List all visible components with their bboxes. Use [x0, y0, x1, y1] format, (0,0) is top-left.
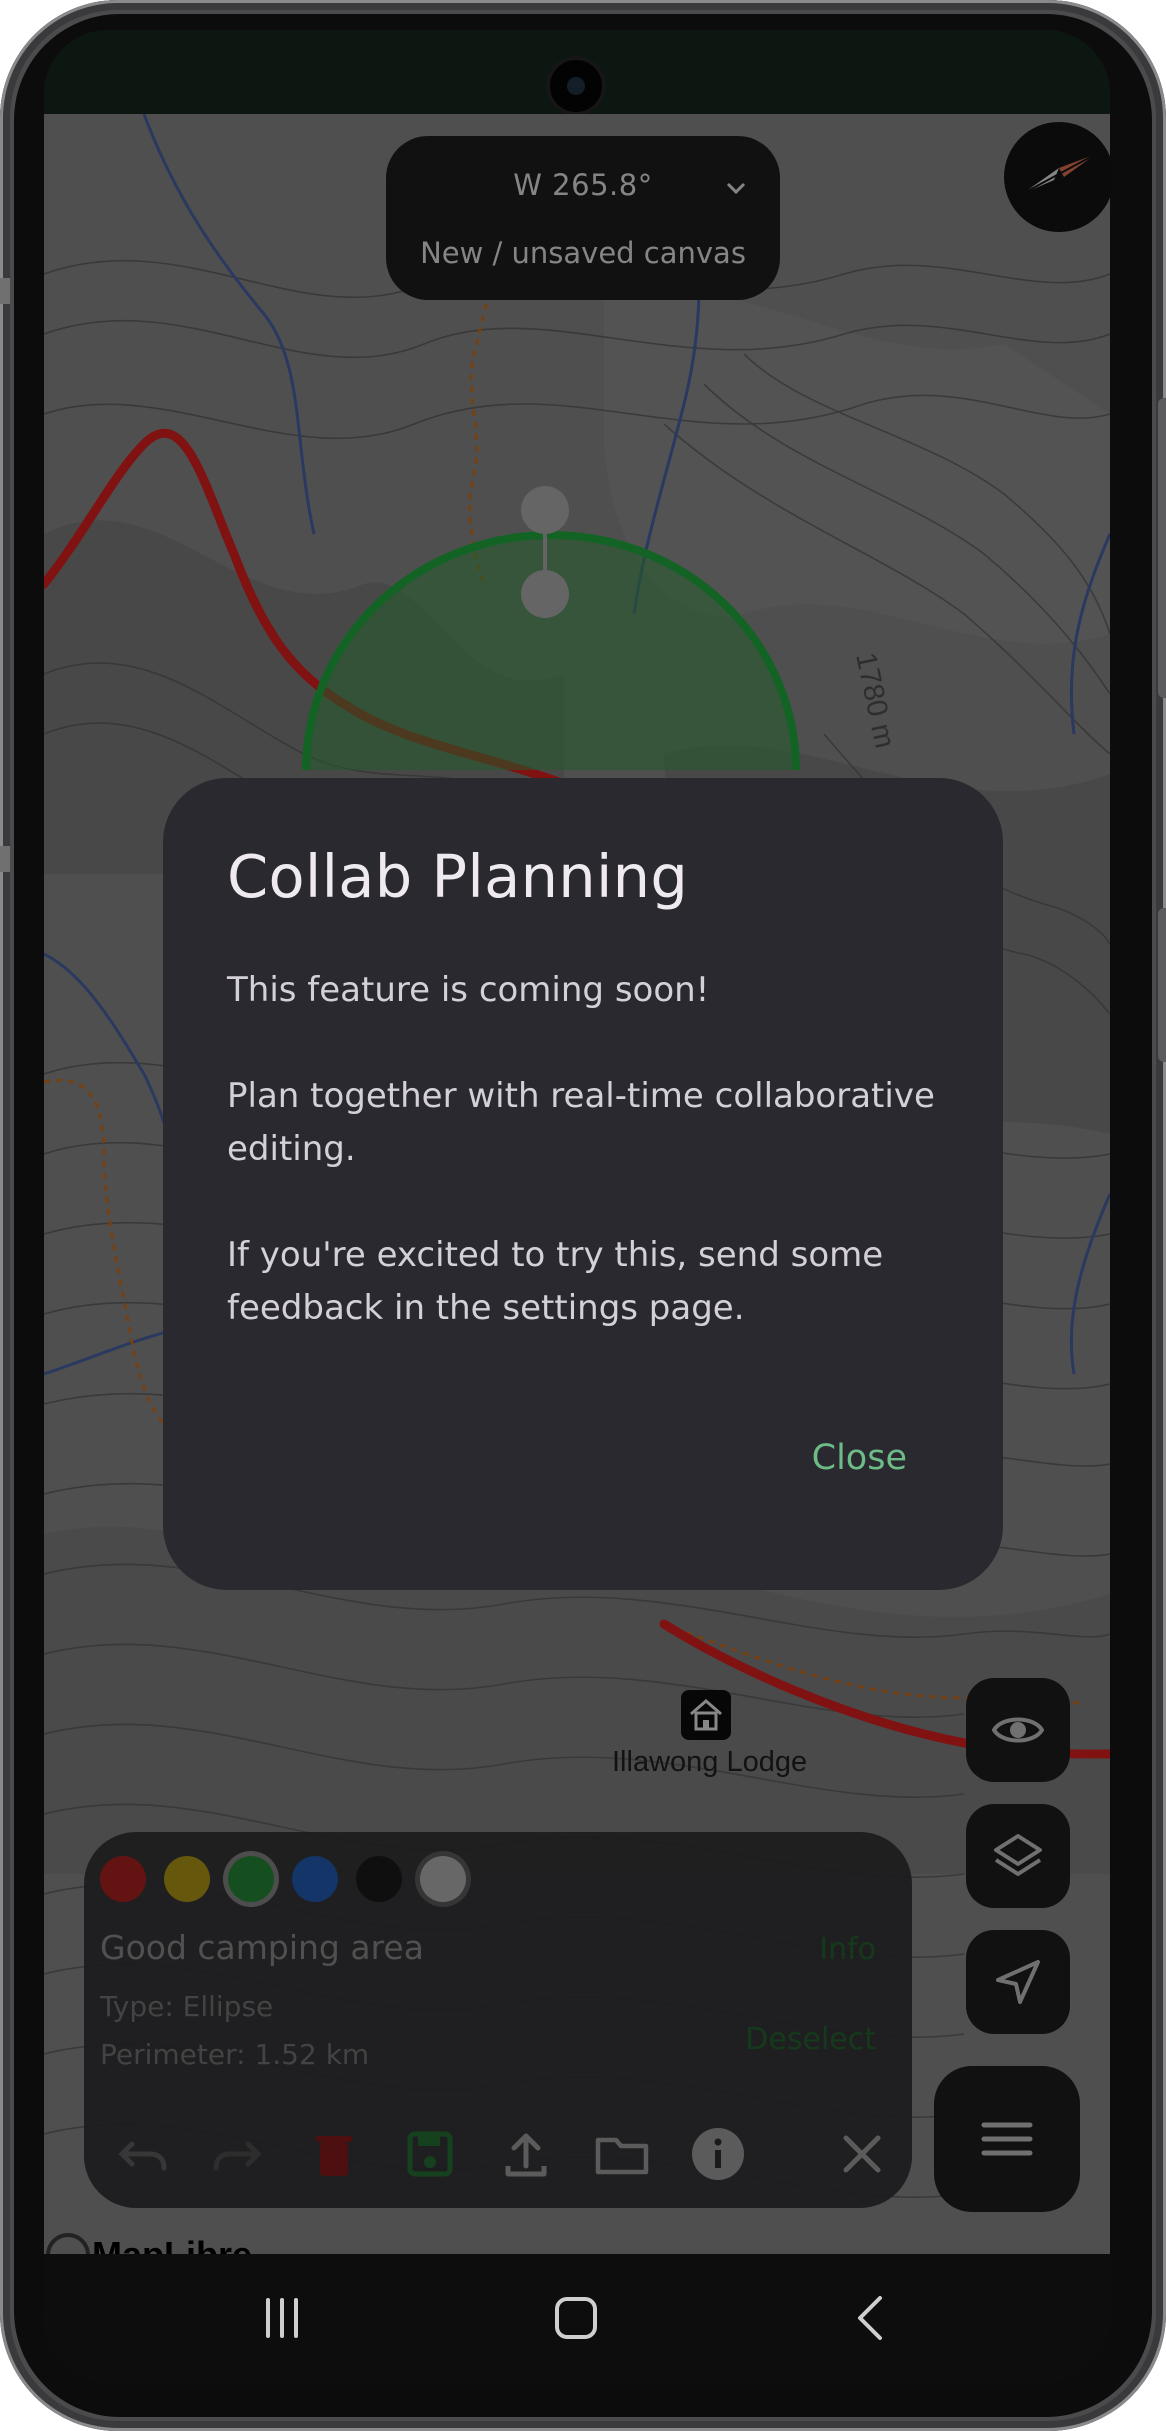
- back-icon[interactable]: [844, 2290, 900, 2346]
- dialog-body: This feature is coming soon! Plan togeth…: [227, 964, 947, 1388]
- frame-notch: [0, 278, 10, 304]
- screen: 1780 m Illawong Lodge MapLibre W 26: [44, 30, 1110, 2382]
- volume-button: [1158, 398, 1166, 698]
- collab-planning-dialog: Collab Planning This feature is coming s…: [163, 778, 1003, 1590]
- recent-apps-icon[interactable]: [254, 2290, 310, 2346]
- power-button: [1158, 908, 1166, 1062]
- home-nav-icon[interactable]: [548, 2290, 604, 2346]
- system-navigation-bar: [44, 2254, 1110, 2382]
- dialog-paragraph: This feature is coming soon!: [227, 970, 710, 1010]
- dialog-paragraph: Plan together with real-time collaborati…: [227, 1076, 935, 1169]
- dialog-title: Collab Planning: [227, 842, 689, 911]
- close-button[interactable]: Close: [812, 1438, 907, 1478]
- dialog-paragraph: If you're excited to try this, send some…: [227, 1235, 884, 1328]
- frame-notch: [0, 846, 10, 872]
- phone-frame: 1780 m Illawong Lodge MapLibre W 26: [0, 0, 1166, 2431]
